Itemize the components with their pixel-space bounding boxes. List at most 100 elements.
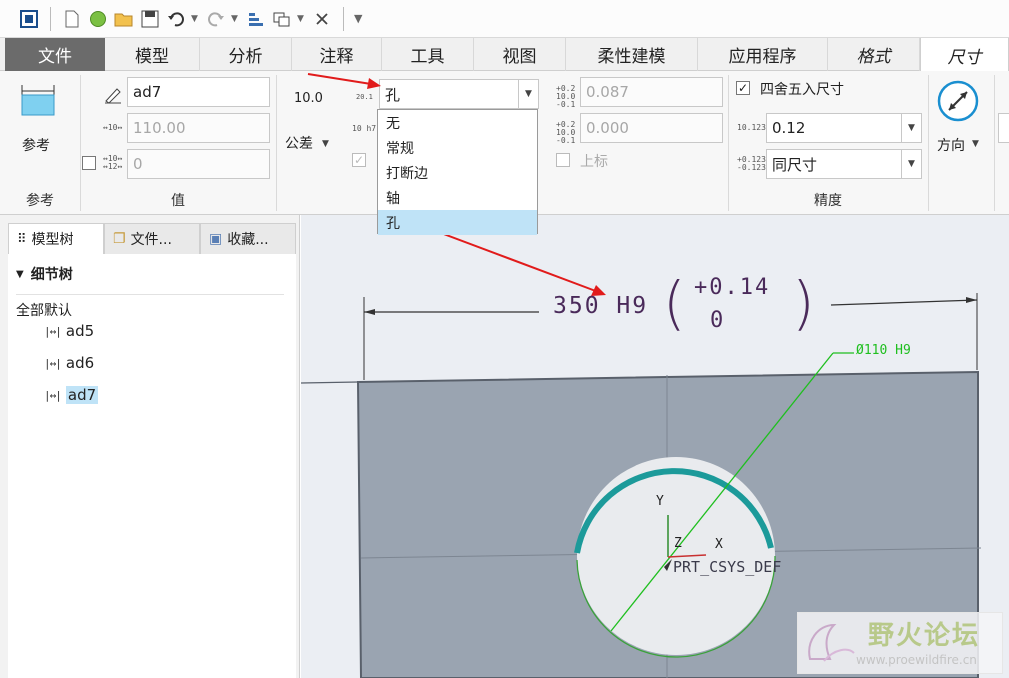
dimension-text[interactable]: 350 H9: [553, 293, 648, 319]
override-value-field[interactable]: 0: [127, 149, 270, 179]
dimension-arrow-right: [966, 297, 977, 303]
tree-header[interactable]: ▼ 细节树: [16, 264, 73, 284]
detail-tree: ▼ 细节树 全部默认 |↔| ad5 |↔| ad6 |↔| ad7: [8, 254, 296, 678]
tolerance-decimals-icon: +0.123 -0.123: [737, 155, 766, 172]
panel-tabs: ⠿ 模型树 ❐ 文件... ▣ 收藏...: [0, 223, 300, 254]
nominal-value-icon: ↔10↔: [103, 123, 123, 132]
graphics-window[interactable]: 350 H9 ( ) +0.14 0 Ø110 H9 Y Z X PRT_CSY…: [301, 215, 1009, 678]
chevron-down-icon[interactable]: ▼: [231, 14, 241, 24]
csys-x-label: X: [715, 537, 723, 552]
csys-name-label: PRT_CSYS_DEF: [673, 558, 782, 576]
tab-tools[interactable]: 工具: [382, 38, 474, 71]
fit-type-value: 孔: [385, 85, 401, 104]
fit-option-hole[interactable]: 孔: [378, 210, 537, 235]
value-group-label: 值: [171, 193, 185, 209]
customize-icon[interactable]: ▼: [354, 12, 364, 25]
chevron-down-icon[interactable]: ▼: [901, 150, 921, 178]
nominal-value-field[interactable]: 110.00: [127, 113, 270, 143]
fit-display-icon: 20.1: [356, 93, 373, 101]
tolerance-decimals-combo[interactable]: 同尺寸 ▼: [766, 149, 922, 179]
lower-tolerance-field[interactable]: 0.000: [580, 113, 723, 143]
fit-type-combo[interactable]: 孔 ▼: [379, 79, 539, 109]
fit-option-none[interactable]: 无: [378, 110, 537, 135]
direction-button[interactable]: 方向 ▼: [932, 77, 990, 157]
round-dimension-checkbox[interactable]: ✓: [736, 81, 750, 95]
favorites-icon: ▣: [209, 231, 223, 247]
regenerate-icon[interactable]: [245, 8, 267, 30]
direction-icon: [936, 79, 980, 127]
ribbon-tabs: 文件 模型 分析 注释 工具 视图 柔性建模 应用程序 格式 尺寸: [0, 38, 1009, 72]
fit-option-shaft[interactable]: 轴: [378, 185, 537, 210]
dimension-open-paren: (: [663, 269, 686, 337]
fit-checkbox[interactable]: ✓: [352, 153, 366, 167]
reference-icon: [18, 81, 58, 125]
toolbar-separator: [50, 6, 51, 31]
tree-item-ad7[interactable]: |↔| ad7: [44, 384, 99, 406]
tab-model-tree[interactable]: ⠿ 模型树: [8, 223, 104, 254]
close-window-icon[interactable]: [311, 8, 333, 30]
chevron-down-icon: ▼: [972, 139, 979, 149]
undo-icon[interactable]: [165, 8, 187, 30]
quick-access-toolbar: ▼ ▼ ▼ ▼: [0, 0, 1009, 38]
model-tree-icon: ⠿: [17, 231, 27, 247]
tree-item-ad6[interactable]: |↔| ad6: [44, 352, 94, 374]
chevron-down-icon[interactable]: ▼: [191, 14, 201, 24]
fit-class-icon: 10 h7: [352, 124, 377, 133]
decimal-places-combo[interactable]: 0.12 ▼: [766, 113, 922, 143]
tab-format[interactable]: 格式: [828, 38, 920, 71]
round-dimension-label: 四舍五入尺寸: [760, 82, 844, 98]
tab-flexible-modeling[interactable]: 柔性建模: [566, 38, 698, 71]
dimension-name-field[interactable]: ad7: [127, 77, 270, 107]
watermark: 野火论坛 www.proewildfire.cn: [797, 612, 1003, 674]
app-icon[interactable]: [18, 8, 40, 30]
drawing-canvas: [301, 220, 982, 678]
tolerance-label: 公差: [285, 136, 313, 152]
lower-tolerance-icon: +0.2 10.0 -0.1: [556, 120, 576, 145]
superscript-checkbox[interactable]: [556, 153, 570, 167]
tab-analysis[interactable]: 分析: [200, 38, 292, 71]
group-divider: [276, 75, 277, 211]
dimension-arrow-left: [364, 309, 375, 315]
tab-file[interactable]: 文件: [5, 38, 105, 71]
new-icon[interactable]: [61, 8, 83, 30]
redo-icon[interactable]: [205, 8, 227, 30]
dimension-close-paren: ): [792, 269, 815, 337]
tab-model[interactable]: 模型: [105, 38, 200, 71]
tolerance-lower-text: 0: [710, 308, 724, 333]
tab-applications[interactable]: 应用程序: [698, 38, 828, 71]
tolerance-decimals-value: 同尺寸: [772, 155, 818, 174]
open-icon[interactable]: [113, 8, 135, 30]
fit-option-broken-edge[interactable]: 打断边: [378, 160, 537, 185]
globe-icon[interactable]: [87, 8, 109, 30]
tolerance-upper-text: +0.14: [694, 275, 771, 300]
chevron-down-icon[interactable]: ▼: [297, 14, 307, 24]
tree-item-label: ad6: [65, 354, 95, 372]
tab-files-label: 文件...: [130, 232, 172, 248]
reference-button[interactable]: 参考: [12, 79, 67, 157]
tab-view[interactable]: 视图: [474, 38, 566, 71]
chevron-down-icon[interactable]: ▼: [901, 114, 921, 142]
hole-note-text[interactable]: Ø110 H9: [856, 343, 911, 358]
tab-files[interactable]: ❐ 文件...: [104, 223, 200, 254]
chevron-down-icon[interactable]: ▼: [518, 80, 538, 108]
tab-annotate[interactable]: 注释: [292, 38, 382, 71]
tolerance-button[interactable]: 10.0 公差 ▼: [282, 87, 340, 157]
fit-type-dropdown[interactable]: 无 常规 打断边 轴 孔: [377, 109, 538, 235]
toolbar-separator: [343, 6, 344, 31]
override-checkbox[interactable]: [82, 156, 96, 170]
left-panel: ⠿ 模型树 ❐ 文件... ▣ 收藏... ▼ 细节树 全部默认 |↔| ad5…: [0, 215, 300, 678]
tab-favorites[interactable]: ▣ 收藏...: [200, 223, 296, 254]
upper-tolerance-icon: +0.2 10.0 -0.1: [556, 84, 576, 109]
save-icon[interactable]: [139, 8, 161, 30]
superscript-label: 上标: [580, 154, 608, 170]
dimension-icon: |↔|: [44, 324, 62, 338]
watermark-title: 野火论坛: [868, 621, 981, 651]
dimension-line-right: [830, 299, 978, 306]
upper-tolerance-field[interactable]: 0.087: [580, 77, 723, 107]
tab-dimension[interactable]: 尺寸: [920, 38, 1009, 72]
tree-item-ad5[interactable]: |↔| ad5: [44, 320, 94, 342]
dimension-icon: |↔|: [44, 356, 62, 370]
tab-model-tree-label: 模型树: [31, 232, 74, 248]
fit-option-general[interactable]: 常规: [378, 135, 537, 160]
windows-icon[interactable]: [271, 8, 293, 30]
